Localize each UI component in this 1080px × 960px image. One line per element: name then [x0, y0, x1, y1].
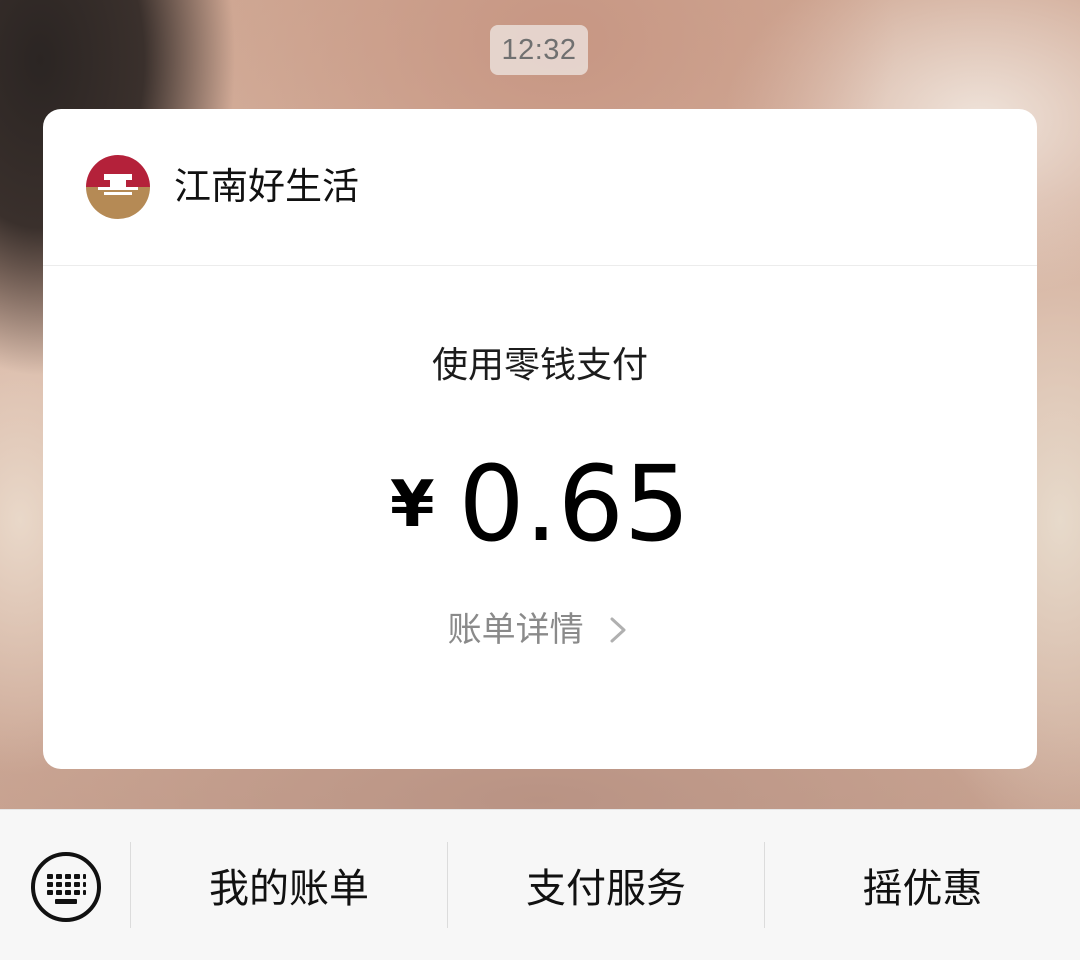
- payment-amount: ¥0.65: [43, 444, 1037, 595]
- bottom-menu-bar: 我的账单 支付服务 摇优惠: [0, 809, 1080, 960]
- amount-value: 0.65: [458, 443, 691, 565]
- menu-my-bills[interactable]: 我的账单: [131, 810, 447, 960]
- merchant-logo-icon: [86, 155, 150, 219]
- chevron-right-icon: [610, 617, 626, 643]
- bill-details-label: 账单详情: [447, 610, 584, 650]
- bill-details-link[interactable]: 账单详情: [43, 605, 1037, 655]
- message-timestamp: 12:32: [490, 25, 588, 75]
- keyboard-icon[interactable]: [29, 850, 103, 924]
- payment-method-label: 使用零钱支付: [431, 345, 648, 386]
- menu-payment-services[interactable]: 支付服务: [448, 810, 764, 960]
- menu-shake-deals[interactable]: 摇优惠: [765, 810, 1080, 960]
- card-header: 江南好生活: [43, 109, 1037, 266]
- merchant-name: 江南好生活: [174, 165, 359, 208]
- payment-notification-card[interactable]: 江南好生活 使用零钱支付 ¥0.65 账单详情: [43, 109, 1037, 769]
- currency-symbol: ¥: [389, 468, 435, 542]
